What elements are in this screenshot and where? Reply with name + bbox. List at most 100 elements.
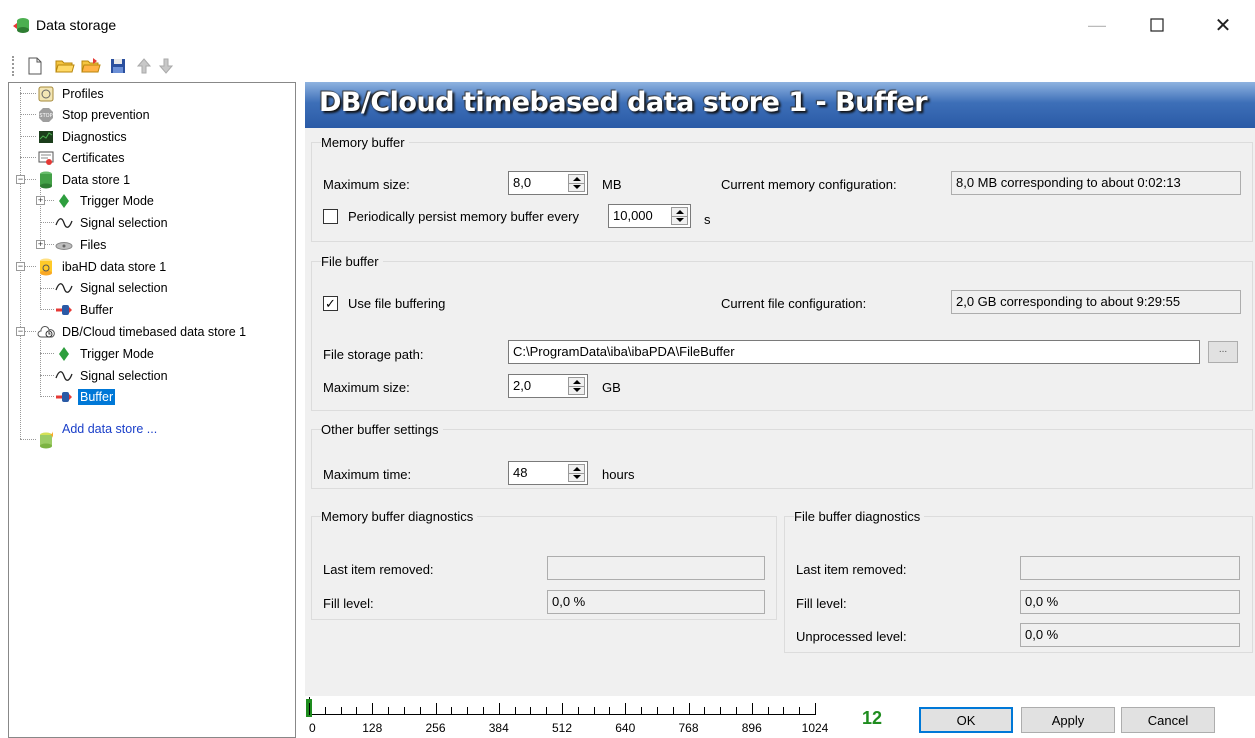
signal-icon [55,215,73,231]
file-fill-level-value: 0,0 % [1020,590,1240,614]
minimize-button[interactable]: — [1074,10,1120,40]
ruler-major-tick [815,703,816,715]
memory-max-size-label: Maximum size: [323,177,410,192]
file-fill-level-label: Fill level: [796,596,847,611]
file-buffer-group [311,261,1253,411]
ruler-minor-tick [767,707,769,715]
tree-item-files[interactable]: Files [55,234,108,255]
expand-trigger-mode[interactable]: + [36,196,45,205]
open-folder-icon[interactable] [54,55,76,77]
save-icon[interactable] [107,55,129,77]
tree-item-cloud-data-store-1[interactable]: DB/Cloud timebased data store 1 [37,321,248,342]
memory-last-removed-label: Last item removed: [323,562,434,577]
persist-memory-checkbox[interactable] [323,209,338,224]
ruler-tick-label: 640 [615,721,636,735]
max-time-spinner[interactable]: 48 [508,461,588,485]
spinner-arrows[interactable] [671,207,688,225]
other-settings-title: Other buffer settings [321,422,443,437]
persist-memory-label: Periodically persist memory buffer every [348,209,579,224]
new-file-icon[interactable] [24,55,46,77]
cancel-button[interactable]: Cancel [1121,707,1215,733]
tree-item-trigger-mode[interactable]: Trigger Mode [55,190,156,211]
ruler-minor-tick [514,707,516,715]
ruler-major-tick [498,703,500,715]
ruler-minor-tick [735,707,737,715]
other-settings-group [311,429,1253,489]
ruler-tick-label: 256 [425,721,446,735]
tree-item-profiles[interactable]: Profiles [37,83,106,104]
toolbar [0,50,1255,80]
browse-path-button[interactable]: ... [1208,341,1238,363]
collapse-data-store-1[interactable]: − [16,175,25,184]
trigger-icon [55,193,73,209]
file-storage-path-input[interactable]: C:\ProgramData\iba\ibaPDA\FileBuffer [508,340,1200,364]
ruler-minor-tick [403,707,405,715]
ruler-tick-label: 0 [309,721,316,735]
spinner-arrows[interactable] [568,174,585,192]
current-memory-config-value: 8,0 MB corresponding to about 0:02:13 [951,171,1241,195]
expand-files[interactable]: + [36,240,45,249]
ruler-minor-tick [720,707,722,715]
spinner-arrows[interactable] [568,464,585,482]
toolbar-grip [12,56,15,76]
cloud-store-icon [37,324,55,340]
ruler-major-tick [562,703,563,715]
use-file-buffering-checkbox[interactable]: ✓ [323,296,338,311]
trigger-icon [55,346,73,362]
ruler-tick-label: 896 [741,721,762,735]
current-memory-config-label: Current memory configuration: [721,177,897,192]
buffer-icon [55,302,73,318]
tree-item-cloud-trigger-mode[interactable]: Trigger Mode [55,343,156,364]
file-max-size-spinner[interactable]: 2,0 [508,374,588,398]
tree-item-certificates[interactable]: Certificates [37,147,127,168]
signal-icon [55,368,73,384]
diagnostics-icon [37,129,55,145]
ruler-minor-tick [799,707,801,715]
ruler-major-tick [625,703,627,715]
collapse-ibahd-store[interactable]: − [16,262,25,271]
move-up-icon[interactable] [133,55,155,77]
tree-item-data-store-1[interactable]: Data store 1 [37,169,132,190]
ruler-minor-tick [641,707,643,715]
tree-item-signal-selection[interactable]: Signal selection [55,212,170,233]
navigation-tree: − + + − − Profiles STOP Stop prevention … [8,82,296,738]
ruler-minor-tick [783,707,785,715]
data-storage-app-icon [12,17,30,33]
usage-counter: 12 [862,708,883,728]
ok-button[interactable]: OK [919,707,1013,733]
collapse-cloud-store[interactable]: − [16,327,25,336]
tree-item-hd-buffer[interactable]: Buffer [55,299,115,320]
file-last-removed-value [1020,556,1240,580]
page-title: DB/Cloud timebased data store 1 - Buffer [319,87,928,118]
tree-item-cloud-buffer[interactable]: Buffer [55,386,116,407]
memory-diagnostics-title: Memory buffer diagnostics [321,509,478,524]
files-icon [55,237,73,253]
file-diagnostics-title: File buffer diagnostics [794,509,925,524]
max-time-unit: hours [602,467,635,482]
tree-item-ibahd-data-store-1[interactable]: ibaHD data store 1 [37,256,168,277]
maximize-button[interactable] [1134,10,1180,40]
spinner-arrows[interactable] [568,377,585,395]
persist-interval-unit: s [704,212,711,227]
close-button[interactable]: ✕ [1200,10,1246,40]
data-store-icon [37,171,55,188]
ruler-minor-tick [609,707,611,715]
tree-item-diagnostics[interactable]: Diagnostics [37,126,129,147]
file-unprocessed-level-label: Unprocessed level: [796,629,907,644]
ruler-minor-tick [530,707,532,715]
move-down-icon[interactable] [155,55,177,77]
tree-item-add-data-store[interactable]: ✦ Add data store ... [37,422,159,450]
tree-item-stop-prevention[interactable]: STOP Stop prevention [37,104,152,125]
tree-item-cloud-signal-selection[interactable]: Signal selection [55,365,170,386]
svg-text:STOP: STOP [39,113,52,119]
memory-max-size-unit: MB [602,177,622,192]
ruler-tick-label: 128 [362,721,383,735]
tree-item-hd-signal-selection[interactable]: Signal selection [55,277,170,298]
apply-button[interactable]: Apply [1021,707,1115,733]
ruler-tick-label: 512 [551,721,573,735]
ruler-minor-tick [324,707,326,715]
memory-max-size-spinner[interactable]: 8,0 [508,171,588,195]
persist-interval-spinner[interactable]: 10,000 [608,204,691,228]
open-recent-folder-icon[interactable] [80,55,102,77]
stop-icon: STOP [37,107,55,123]
